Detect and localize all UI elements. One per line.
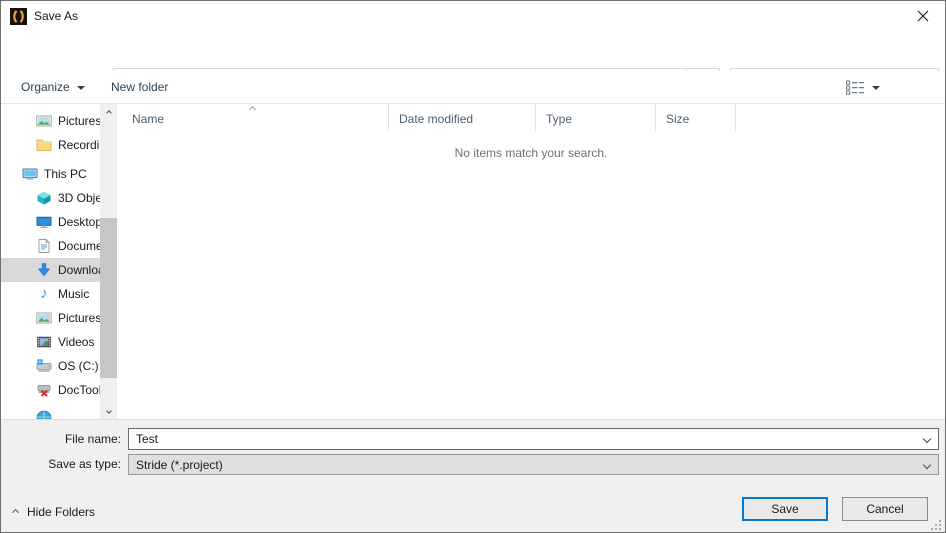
details-view-icon bbox=[846, 80, 865, 95]
sidebar-item-label: DocTools bbox=[58, 383, 100, 397]
cancel-button[interactable]: Cancel bbox=[842, 497, 928, 521]
os-drive-icon bbox=[36, 358, 52, 374]
sidebar-item-label: Videos bbox=[58, 335, 94, 349]
scrollbar-thumb[interactable] bbox=[100, 218, 117, 378]
sidebar-item-label: Desktop bbox=[58, 215, 100, 229]
chevron-down-icon bbox=[872, 86, 880, 90]
sidebar-item-os-c[interactable]: OS (C:) bbox=[1, 354, 100, 378]
resize-grip[interactable] bbox=[931, 520, 942, 531]
sidebar-item-desktop[interactable]: Desktop bbox=[1, 210, 100, 234]
sidebar-item-label: 3D Objects bbox=[58, 191, 100, 205]
chevron-down-icon bbox=[77, 86, 85, 90]
music-note-icon: ♪ bbox=[36, 286, 52, 302]
chevron-down-icon bbox=[923, 435, 931, 443]
command-toolbar: Organize New folder ? bbox=[1, 71, 945, 104]
bottom-panel: File name: Save as type: Stride (*.proje… bbox=[1, 419, 945, 533]
chevron-up-icon bbox=[12, 508, 19, 515]
sidebar-item-videos[interactable]: Videos bbox=[1, 330, 100, 354]
sidebar-item-downloads[interactable]: Downloads bbox=[1, 258, 100, 282]
chevron-down-icon bbox=[106, 408, 112, 414]
sidebar-item-label: Recordings bbox=[58, 138, 100, 152]
desktop-icon bbox=[36, 214, 52, 230]
empty-results-message: No items match your search. bbox=[117, 146, 945, 160]
column-header-row: Name Date modified Type Size bbox=[117, 104, 945, 131]
sidebar-item-network[interactable] bbox=[1, 402, 100, 419]
organize-button[interactable]: Organize bbox=[21, 71, 85, 103]
network-globe-icon bbox=[36, 409, 52, 419]
organize-label: Organize bbox=[21, 80, 70, 94]
sidebar-item-label: Pictures bbox=[58, 114, 100, 128]
column-header-size[interactable]: Size bbox=[656, 104, 736, 131]
save-button-label: Save bbox=[771, 502, 798, 516]
save-as-type-dropdown[interactable]: Stride (*.project) bbox=[128, 454, 939, 475]
downloads-icon bbox=[36, 262, 52, 278]
sidebar-item-this-pc[interactable]: This PC bbox=[1, 162, 100, 186]
sidebar-item-pictures[interactable]: Pictures bbox=[1, 306, 100, 330]
new-folder-label: New folder bbox=[111, 80, 168, 94]
sidebar-item-label: Music bbox=[58, 287, 89, 301]
file-name-label: File name: bbox=[1, 428, 121, 450]
sidebar-item-pictures-quick[interactable]: Pictures bbox=[1, 109, 100, 133]
save-button[interactable]: Save bbox=[742, 497, 828, 521]
close-icon bbox=[917, 10, 929, 22]
chevron-down-icon bbox=[923, 460, 931, 468]
sidebar-item-label: OS (C:) bbox=[58, 359, 99, 373]
sidebar-item-3d-objects[interactable]: 3D Objects bbox=[1, 186, 100, 210]
sidebar-item-recordings[interactable]: Recordings bbox=[1, 133, 100, 157]
pictures-icon bbox=[36, 310, 52, 326]
file-name-dropdown-button[interactable] bbox=[916, 429, 938, 449]
window-title: Save As bbox=[34, 1, 78, 32]
save-as-type-value: Stride (*.project) bbox=[129, 458, 223, 472]
file-name-combobox bbox=[128, 428, 939, 450]
sidebar-item-doctools[interactable]: DocTools bbox=[1, 378, 100, 402]
navigation-pane: Pictures Recordings This PC 3D Obje bbox=[1, 104, 100, 419]
scroll-down-button[interactable] bbox=[100, 402, 117, 419]
scroll-up-button[interactable] bbox=[100, 104, 117, 121]
close-button[interactable] bbox=[900, 1, 945, 31]
sidebar-item-label: Downloads bbox=[58, 263, 100, 277]
3d-objects-icon bbox=[36, 190, 52, 206]
title-bar: Save As bbox=[1, 1, 945, 32]
app-icon bbox=[10, 8, 27, 25]
hide-folders-label: Hide Folders bbox=[27, 505, 95, 519]
save-as-type-label: Save as type: bbox=[1, 454, 121, 475]
disconnected-drive-icon bbox=[36, 382, 52, 398]
file-list: Name Date modified Type Size No items ma… bbox=[117, 104, 945, 419]
hide-folders-button[interactable]: Hide Folders bbox=[13, 504, 95, 520]
this-pc-icon bbox=[22, 166, 38, 182]
column-header-type[interactable]: Type bbox=[536, 104, 656, 131]
sidebar-item-music[interactable]: ♪ Music bbox=[1, 282, 100, 306]
sidebar-item-label: Documents bbox=[58, 239, 100, 253]
views-button[interactable] bbox=[846, 80, 880, 95]
navigation-bar: ← → ↑ This PC Downloads Test Folder Test… bbox=[1, 32, 945, 71]
pictures-icon bbox=[36, 113, 52, 129]
sidebar-item-label: This PC bbox=[44, 167, 87, 181]
save-as-dialog: Save As ← → ↑ This PC Downloads Test Fol… bbox=[0, 0, 946, 533]
videos-icon bbox=[36, 334, 52, 350]
sidebar-item-documents[interactable]: Documents bbox=[1, 234, 100, 258]
documents-icon bbox=[36, 238, 52, 254]
cancel-button-label: Cancel bbox=[866, 502, 903, 516]
folder-icon bbox=[36, 137, 52, 153]
sidebar-item-label: Pictures bbox=[58, 311, 100, 325]
chevron-up-icon bbox=[106, 110, 112, 116]
file-name-input[interactable] bbox=[129, 431, 916, 447]
column-header-date-modified[interactable]: Date modified bbox=[389, 104, 536, 131]
save-as-type-dropdown-button[interactable] bbox=[916, 455, 938, 474]
sidebar-scrollbar[interactable] bbox=[100, 104, 117, 419]
new-folder-button[interactable]: New folder bbox=[111, 71, 168, 103]
